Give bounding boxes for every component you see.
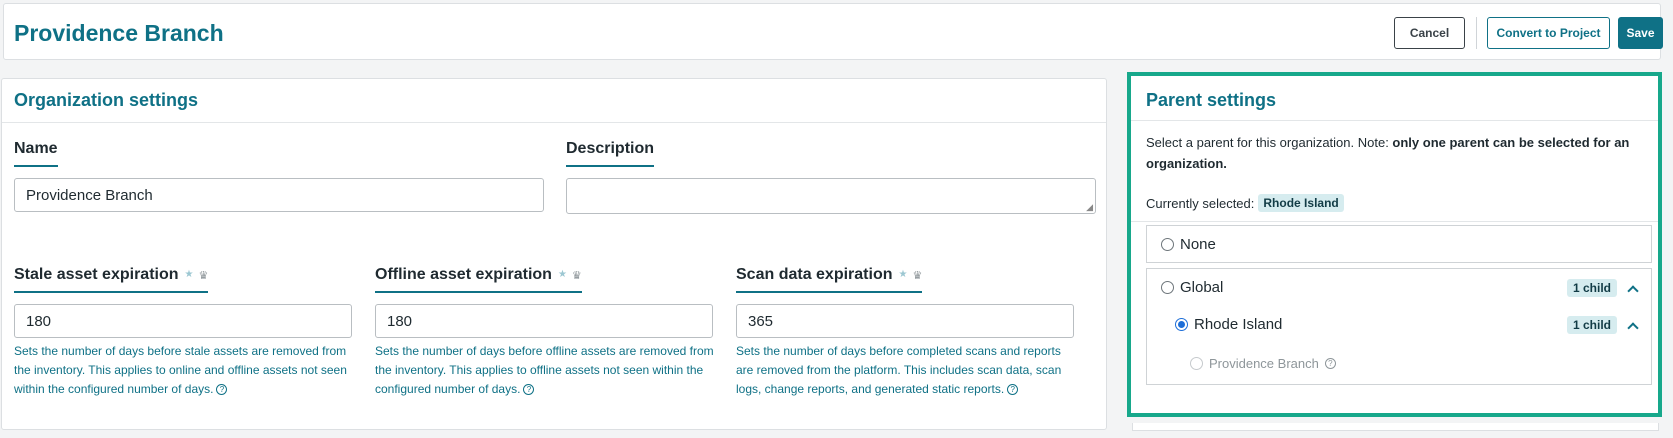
organization-settings-title: Organization settings xyxy=(14,90,199,110)
currently-selected-chip: Rhode Island xyxy=(1258,194,1344,212)
name-label: Name xyxy=(14,140,58,167)
currently-selected-label: Currently selected: xyxy=(1146,195,1255,211)
organization-settings-panel: Organization settings Name Providence Br… xyxy=(1,78,1107,430)
crown-icon: ♛ xyxy=(571,269,582,282)
child-count-badge: 1 child xyxy=(1567,279,1618,297)
radio-button[interactable] xyxy=(1161,238,1174,251)
scan-data-expiration-label-text: Scan data expiration xyxy=(736,266,893,283)
description-plain: Select a parent for this organization. N… xyxy=(1146,135,1393,150)
scan-data-help-text: Sets the number of days before completed… xyxy=(736,342,1076,399)
offline-asset-expiration-label: Offline asset expiration ★ ♛ xyxy=(375,266,582,293)
divider xyxy=(1131,221,1658,222)
stale-asset-help-text: Sets the number of days before stale ass… xyxy=(14,342,354,399)
description-label: Description xyxy=(566,140,655,167)
child-count-badge: 1 child xyxy=(1567,316,1618,334)
star-icon: ★ xyxy=(898,268,908,280)
crown-icon: ♛ xyxy=(912,269,923,282)
divider xyxy=(2,122,1106,123)
convert-to-project-button[interactable]: Convert to Project xyxy=(1487,17,1610,49)
description-label-text: Description xyxy=(566,140,655,157)
help-icon[interactable]: ? xyxy=(216,384,228,395)
offline-asset-expiration-label-text: Offline asset expiration xyxy=(375,266,552,283)
stale-asset-expiration-label-text: Stale asset expiration xyxy=(14,266,179,283)
name-label-text: Name xyxy=(14,140,58,157)
scan-data-expiration-input[interactable]: 365 xyxy=(736,304,1074,338)
stale-asset-expiration-input[interactable]: 180 xyxy=(14,304,352,338)
resize-handle-icon[interactable]: ◢ xyxy=(1086,203,1093,212)
radio-button-disabled xyxy=(1190,357,1203,370)
offline-asset-expiration-input[interactable]: 180 xyxy=(375,304,713,338)
parent-option-providence-branch: Providence Branch ? xyxy=(1190,356,1336,371)
offline-asset-help-text: Sets the number of days before offline a… xyxy=(375,342,720,399)
star-icon: ★ xyxy=(557,268,567,280)
stale-asset-help-copy: Sets the number of days before stale ass… xyxy=(14,344,347,396)
description-textarea[interactable]: ◢ xyxy=(566,178,1096,214)
scan-data-expiration-label: Scan data expiration ★ ♛ xyxy=(736,266,923,293)
help-icon[interactable]: ? xyxy=(1324,358,1336,369)
parent-option-rhode-island[interactable]: Rhode Island xyxy=(1175,316,1282,333)
option-label: Providence Branch xyxy=(1209,356,1319,371)
parent-option-none[interactable]: None xyxy=(1161,236,1216,253)
crown-icon: ♛ xyxy=(198,269,209,282)
star-icon: ★ xyxy=(184,268,194,280)
name-input[interactable]: Providence Branch xyxy=(14,178,544,212)
radio-button-selected[interactable] xyxy=(1175,318,1188,331)
parent-settings-panel: Parent settings Select a parent for this… xyxy=(1127,72,1662,417)
parent-option-none-box: None xyxy=(1146,225,1652,263)
option-label: Rhode Island xyxy=(1194,316,1283,333)
parent-settings-description: Select a parent for this organization. N… xyxy=(1146,132,1651,174)
chevron-up-icon[interactable] xyxy=(1627,285,1639,297)
save-button[interactable]: Save xyxy=(1618,17,1663,49)
option-label: Global xyxy=(1180,279,1224,296)
currently-selected-row: Currently selected: Rhode Island xyxy=(1146,194,1344,212)
chevron-up-icon[interactable] xyxy=(1627,322,1639,334)
page-header: Providence Branch Cancel Convert to Proj… xyxy=(3,3,1663,60)
divider xyxy=(1131,120,1658,121)
header-divider xyxy=(1476,17,1477,49)
stale-asset-expiration-label: Stale asset expiration ★ ♛ xyxy=(14,266,209,293)
parent-option-global-box: Global 1 child Rhode Island 1 child Prov… xyxy=(1146,268,1652,385)
option-label: None xyxy=(1180,236,1216,253)
parent-option-global[interactable]: Global xyxy=(1161,279,1223,296)
parent-panel-shadow xyxy=(1132,423,1659,431)
page-title: Providence Branch xyxy=(14,20,224,46)
tier-icons: ★ ♛ xyxy=(558,269,582,282)
tier-icons: ★ ♛ xyxy=(899,269,923,282)
parent-settings-title: Parent settings xyxy=(1146,90,1277,110)
help-icon[interactable]: ? xyxy=(1007,384,1019,395)
offline-asset-help-copy: Sets the number of days before offline a… xyxy=(375,344,714,396)
help-icon[interactable]: ? xyxy=(523,384,535,395)
cancel-button[interactable]: Cancel xyxy=(1394,17,1465,49)
radio-button[interactable] xyxy=(1161,281,1174,294)
tier-icons: ★ ♛ xyxy=(185,269,209,282)
